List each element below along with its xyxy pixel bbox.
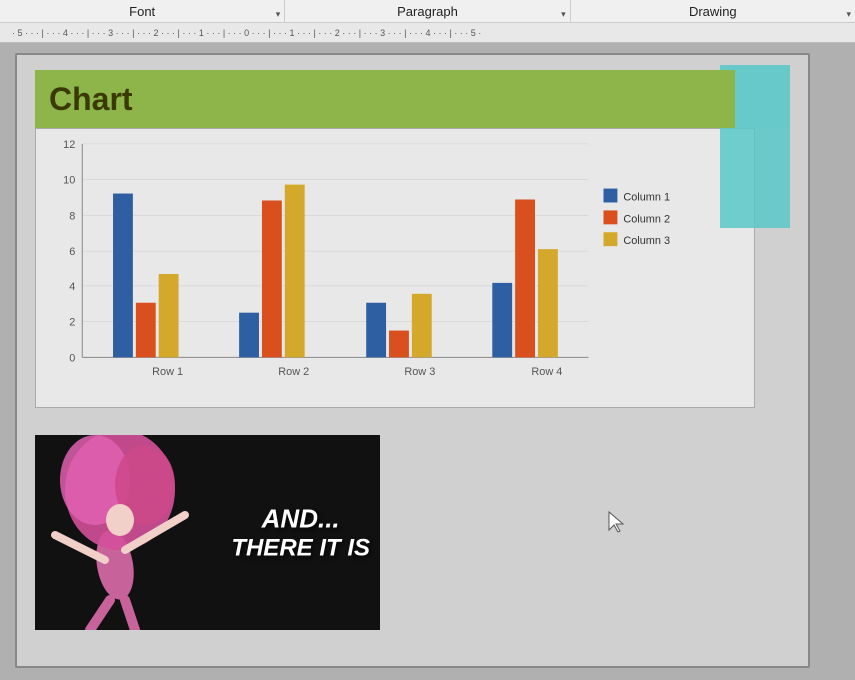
font-label: Font <box>129 4 155 19</box>
chart-svg: 12 10 8 6 4 2 0 <box>36 129 754 407</box>
svg-text:2: 2 <box>69 317 75 329</box>
image-area: AND... THERE IT IS <box>35 435 380 630</box>
svg-text:Row 1: Row 1 <box>152 366 183 378</box>
svg-text:Column 2: Column 2 <box>623 213 670 225</box>
document-area: Chart 12 10 <box>0 43 855 680</box>
svg-text:12: 12 <box>63 139 75 151</box>
font-expand-icon: ▾ <box>276 9 281 20</box>
ruler-content: · 5 · · · | · · · 4 · · · | · · · 3 · · … <box>4 28 851 38</box>
chart-container: 12 10 8 6 4 2 0 <box>35 128 755 408</box>
cursor-svg <box>607 510 627 534</box>
svg-text:10: 10 <box>63 175 75 187</box>
image-text-line1: AND... <box>231 503 370 534</box>
paragraph-label: Paragraph <box>397 4 458 19</box>
image-text-line2: THERE IT IS <box>231 534 370 562</box>
figure-svg <box>35 435 235 630</box>
svg-text:Row 2: Row 2 <box>278 366 309 378</box>
svg-text:Column 3: Column 3 <box>623 235 670 247</box>
ruler: · 5 · · · | · · · 4 · · · | · · · 3 · · … <box>0 23 855 43</box>
paragraph-expand-icon: ▾ <box>561 9 566 20</box>
drawing-label: Drawing <box>689 4 737 19</box>
svg-text:Row 4: Row 4 <box>531 366 562 378</box>
svg-text:Row 3: Row 3 <box>404 366 435 378</box>
chart-title: Chart <box>49 81 133 118</box>
svg-text:0: 0 <box>69 352 75 364</box>
svg-text:Column 1: Column 1 <box>623 191 670 203</box>
svg-text:6: 6 <box>69 246 75 258</box>
svg-text:4: 4 <box>69 281 75 293</box>
document-page: Chart 12 10 <box>15 53 810 668</box>
ruler-mark: · 5 · · · | · · · 4 · · · | · · · 3 · · … <box>12 28 481 38</box>
image-text: AND... THERE IT IS <box>231 503 370 562</box>
teal-box-overlap <box>720 128 790 228</box>
toolbar-drawing-section[interactable]: Drawing ▾ <box>571 0 855 22</box>
image-placeholder: AND... THERE IT IS <box>35 435 380 630</box>
cursor <box>607 510 627 534</box>
toolbar-font-section[interactable]: Font ▾ <box>0 0 285 22</box>
drawing-expand-icon: ▾ <box>846 9 851 20</box>
toolbar-paragraph-section[interactable]: Paragraph ▾ <box>285 0 570 22</box>
toolbar: Font ▾ Paragraph ▾ Drawing ▾ <box>0 0 855 23</box>
chart-title-bar: Chart <box>35 70 735 128</box>
svg-text:8: 8 <box>69 210 75 222</box>
